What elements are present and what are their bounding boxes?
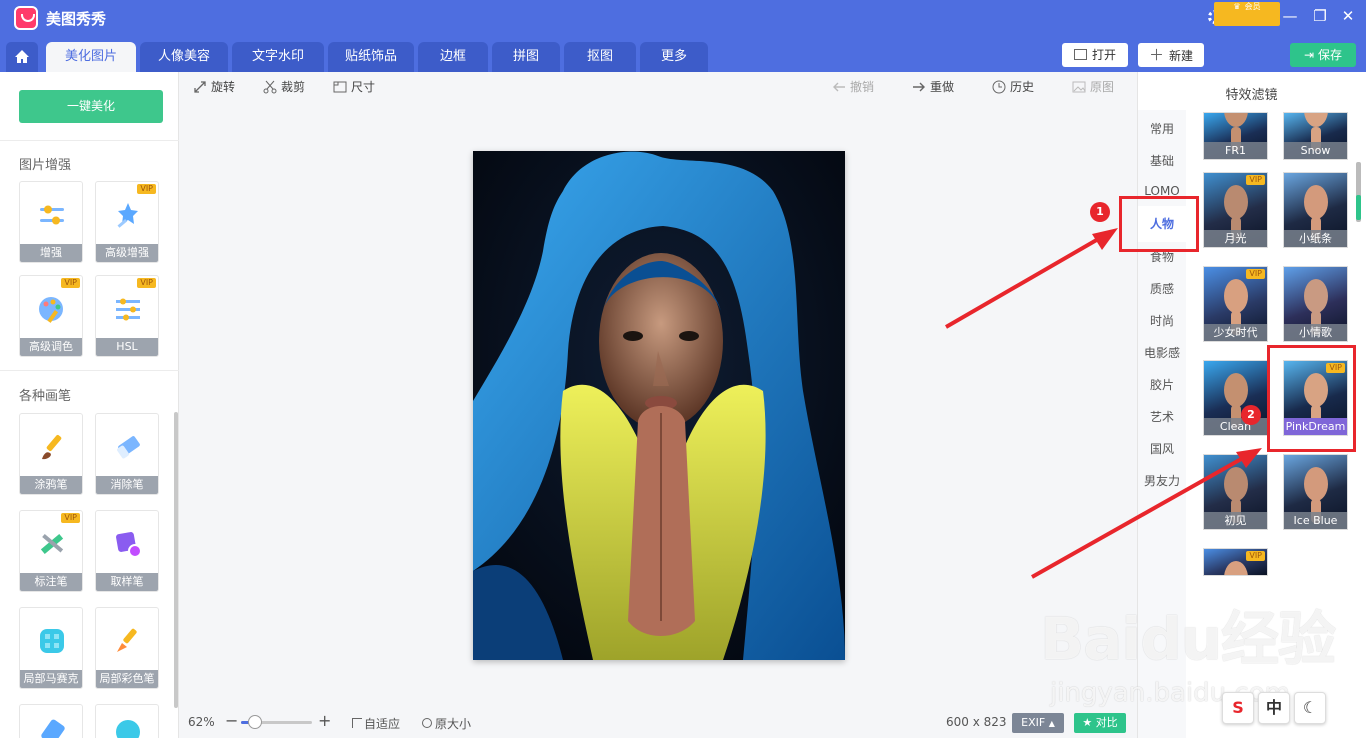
ime-chinese-button[interactable]: 中 — [1258, 692, 1290, 724]
moon-icon[interactable]: ☾ — [1294, 692, 1326, 724]
app-window: 美图秀秀 设置 — ❐ ✕ 美化图片 人像美容 文字水印 贴纸饰品 边框 拼图 … — [0, 0, 1366, 738]
watermark-brand: Baidu经验 — [1040, 605, 1336, 673]
ime-sogou-icon[interactable]: S — [1222, 692, 1254, 724]
